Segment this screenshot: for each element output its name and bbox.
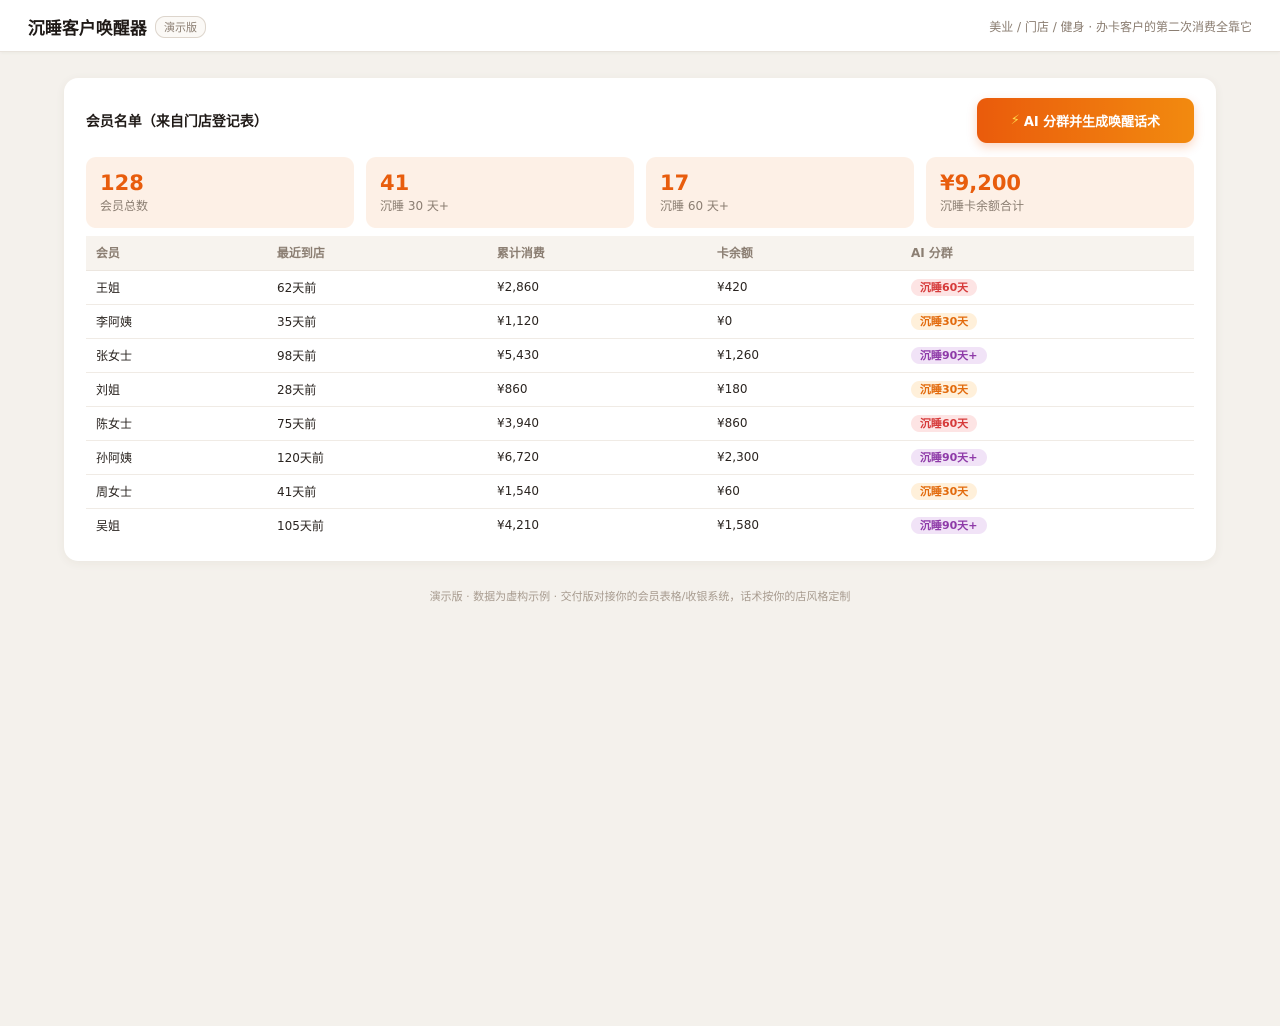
table-row[interactable]: 王姐 62天前 ¥2,860 ¥420 沉睡60天 — [86, 270, 1194, 305]
card-balance-cell: ¥180 — [707, 372, 901, 407]
card-balance-cell: ¥860 — [707, 406, 901, 441]
member-name-cell: 周女士 — [86, 474, 267, 509]
last-visit-cell: 41天前 — [267, 474, 487, 509]
card-balance-cell: ¥0 — [707, 304, 901, 339]
group-badge: 沉睡60天 — [911, 414, 978, 432]
table-row[interactable]: 张女士 98天前 ¥5,430 ¥1,260 沉睡90天+ — [86, 338, 1194, 373]
last-visit-cell: 120天前 — [267, 440, 487, 475]
lightning-icon: ⚡ — [1010, 113, 1020, 128]
stat-label: 沉睡 30 天+ — [380, 199, 449, 213]
stat-dormant-balance: ¥9,200 沉睡卡余额合计 — [926, 157, 1194, 228]
top-bar: 沉睡客户唤醒器 演示版 美业 / 门店 / 健身 · 办卡客户的第二次消费全靠它 — [0, 0, 1280, 52]
last-visit-cell: 28天前 — [267, 372, 487, 407]
total-spend-cell: ¥6,720 — [487, 440, 707, 475]
footer-note: 演示版 · 数据为虚构示例 · 交付版对接你的会员表格/收银系统，话术按你的店风… — [429, 590, 851, 603]
stat-total-members: 128 会员总数 — [86, 157, 354, 228]
total-spend-cell: ¥5,430 — [487, 338, 707, 373]
ai-group-cell: 沉睡30天 — [901, 304, 1194, 339]
member-name-cell: 孙阿姨 — [86, 440, 267, 475]
column-header-last-visit: 最近到店 — [267, 236, 487, 271]
demo-badge: 演示版 — [155, 15, 206, 38]
member-name-cell: 吴姐 — [96, 518, 121, 533]
table-row[interactable]: 周女士 41天前 ¥1,540 ¥60 沉睡30天 — [86, 474, 1194, 509]
column-header-member: 会员 — [86, 236, 267, 271]
ai-group-cell: 沉睡30天 — [901, 372, 1194, 407]
card-title: 会员名单（来自门店登记表） — [86, 114, 268, 130]
ai-segment-button[interactable]: ⚡ AI 分群并生成唤醒话术 — [977, 98, 1194, 143]
member-name-cell: 王姐 — [86, 270, 267, 305]
ai-segment-button-label: AI 分群并生成唤醒话术 — [1023, 115, 1161, 130]
stat-value: 17 — [660, 171, 690, 195]
ai-group-cell: 沉睡60天 — [901, 406, 1194, 441]
ai-group-cell: 沉睡30天 — [901, 474, 1194, 509]
total-spend-cell: ¥3,940 — [487, 406, 707, 441]
group-badge: 沉睡30天 — [911, 380, 978, 398]
member-name-cell: 刘姐 — [86, 372, 267, 407]
ai-group-cell: 沉睡90天+ — [901, 440, 1194, 475]
group-badge: 沉睡30天 — [911, 482, 978, 500]
total-spend-cell: ¥1,120 — [487, 304, 707, 339]
total-spend-cell: ¥1,540 — [487, 474, 707, 509]
last-visit-cell: 98天前 — [267, 338, 487, 373]
group-badge: 沉睡90天+ — [911, 448, 987, 466]
last-visit-cell: 75天前 — [267, 406, 487, 441]
ai-group-cell: 沉睡90天+ — [901, 338, 1194, 373]
group-badge: 沉睡30天 — [911, 312, 978, 330]
app-title: 沉睡客户唤醒器 — [28, 19, 147, 39]
column-header-ai-group: AI 分群 — [901, 236, 1194, 271]
member-name-cell: 李阿姨 — [86, 304, 267, 339]
card-balance-cell: ¥2,300 — [707, 440, 901, 475]
stats-row: 128 会员总数 41 沉睡 30 天+ 17 沉睡 60 天+ ¥9,200 … — [86, 157, 1194, 228]
member-table: 会员 最近到店 累计消费 卡余额 AI 分群 王姐 62天前 ¥2,860 ¥420 沉… — [86, 236, 1194, 542]
table-row[interactable]: 刘姐 28天前 ¥860 ¥180 沉睡30天 — [86, 372, 1194, 407]
column-header-card-balance: 卡余额 — [707, 236, 901, 271]
stat-value: 128 — [100, 171, 144, 195]
table-row[interactable]: 吴姐 105天前 ¥4,210 ¥1,580 沉睡90天+ — [86, 508, 1194, 542]
stat-value: 41 — [380, 171, 410, 195]
table-row[interactable]: 孙阿姨 120天前 ¥6,720 ¥2,300 沉睡90天+ — [86, 440, 1194, 475]
stat-dormant-60: 17 沉睡 60 天+ — [646, 157, 914, 228]
member-name-cell: 张女士 — [86, 338, 267, 373]
total-spend-cell: ¥2,860 — [487, 270, 707, 305]
table-body: 王姐 62天前 ¥2,860 ¥420 沉睡60天 李阿姨 35天前 ¥1,120 ¥0 沉睡30… — [86, 270, 1194, 542]
last-visit-cell: 35天前 — [267, 304, 487, 339]
stat-label: 沉睡卡余额合计 — [940, 199, 1025, 213]
ai-group-cell: 沉睡60天 — [901, 270, 1194, 305]
column-header-total-spend: 累计消费 — [487, 236, 707, 271]
stat-label: 会员总数 — [100, 199, 149, 213]
stat-dormant-30: 41 沉睡 30 天+ — [366, 157, 634, 228]
card-balance-cell: ¥1,580 — [717, 518, 759, 533]
card-balance-cell: ¥420 — [707, 270, 901, 305]
brand: 沉睡客户唤醒器 演示版 — [28, 14, 206, 39]
header-subtitle: 美业 / 门店 / 健身 · 办卡客户的第二次消费全靠它 — [989, 20, 1252, 34]
table-row[interactable]: 陈女士 75天前 ¥3,940 ¥860 沉睡60天 — [86, 406, 1194, 441]
stat-label: 沉睡 60 天+ — [660, 199, 729, 213]
card-balance-cell: ¥1,260 — [707, 338, 901, 373]
group-badge: 沉睡60天 — [911, 278, 978, 296]
card-balance-cell: ¥60 — [707, 474, 901, 509]
table-header-row: 会员 最近到店 累计消费 卡余额 AI 分群 — [86, 236, 1194, 271]
ai-group-cell: 沉睡90天+ — [901, 508, 1194, 542]
table-row[interactable]: 李阿姨 35天前 ¥1,120 ¥0 沉睡30天 — [86, 304, 1194, 339]
last-visit-cell: 62天前 — [267, 270, 487, 305]
total-spend-cell: ¥860 — [487, 372, 707, 407]
total-spend-cell: ¥4,210 — [497, 518, 539, 533]
group-badge: 沉睡90天+ — [911, 346, 987, 364]
stat-value: ¥9,200 — [940, 171, 1022, 195]
last-visit-cell: 105天前 — [277, 518, 324, 533]
member-list-card: 会员名单（来自门店登记表） ⚡ AI 分群并生成唤醒话术 128 会员总数 41… — [64, 78, 1216, 561]
member-name-cell: 陈女士 — [86, 406, 267, 441]
group-badge: 沉睡90天+ — [911, 516, 987, 534]
